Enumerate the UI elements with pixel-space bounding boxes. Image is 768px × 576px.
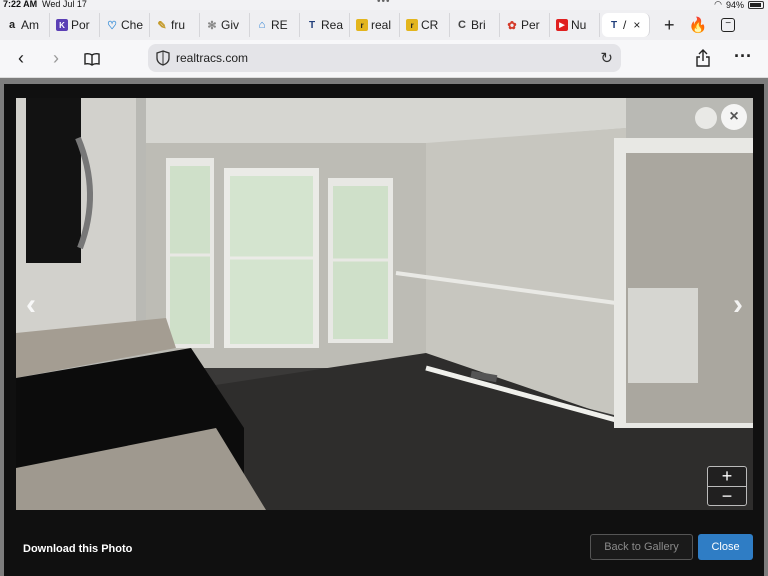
status-bar: 7:22 AM Wed Jul 17 ••• ◠ 94% [0,0,768,10]
zoom-control: + − [707,466,747,506]
listing-photo: × ‹ › + − [16,98,753,510]
share-icon[interactable] [696,49,710,72]
youtube-icon: ▶ [556,19,568,31]
tab-6[interactable]: T Rea [300,13,350,37]
multitask-dots[interactable]: ••• [377,0,391,7]
page-backdrop: × ‹ › + − Download this Photo Back to Ga… [0,78,768,576]
tab-7[interactable]: r real [350,13,400,37]
tab-10[interactable]: ✿ Per [500,13,550,37]
tab-label: Per [521,18,540,32]
fruit-icon: ✎ [157,19,167,32]
tab-11[interactable]: ▶ Nu [550,13,600,37]
tab-8[interactable]: r CR [400,13,450,37]
url-box[interactable]: realtracs.com ↻ [148,44,621,72]
realtor-icon: r [356,19,368,31]
heart-icon: ♡ [107,19,117,32]
tab-1[interactable]: K Por [50,13,100,37]
portal-icon: K [56,19,68,31]
photo-close-button[interactable]: × [721,104,747,130]
status-date: Wed Jul 17 [42,0,87,9]
download-photo-link[interactable]: Download this Photo [23,543,132,555]
tab-label: Bri [471,18,486,32]
tab-label: real [371,18,392,32]
wifi-icon: ◠ [714,0,722,9]
realtracs-icon: T [610,19,618,31]
back-to-gallery-button[interactable]: Back to Gallery [590,534,693,560]
address-row: ‹ › realtracs.com ↻ ··· [0,40,768,78]
tab-label: Am [21,18,39,32]
tab-label: fru [171,18,186,32]
url-text: realtracs.com [176,51,249,65]
bri-icon: C [458,19,466,31]
flame-icon[interactable]: 🔥 [689,16,708,34]
close-button[interactable]: Close [698,534,753,560]
tab-2[interactable]: ♡ Che [100,13,150,37]
battery-percent: 94% [725,0,744,10]
tab-actions: + 🔥 − [664,15,736,36]
tab-0[interactable]: a Am [0,13,50,37]
shield-icon [156,50,170,66]
back-icon[interactable]: ‹ [18,48,24,69]
more-icon[interactable]: ··· [734,46,752,67]
tab-label: Nu [571,18,587,32]
reload-icon[interactable]: ↻ [600,49,613,67]
reader-icon[interactable] [84,50,100,71]
per-icon: ✿ [507,19,517,32]
next-arrow-icon[interactable]: › [733,288,743,322]
zoom-out-button[interactable]: − [708,486,746,506]
tab-3[interactable]: ✎ fru [150,13,200,37]
tab-label: CR [421,18,439,32]
house-icon: ⌂ [258,19,266,31]
tab-label: / [623,18,627,32]
new-tab-icon[interactable]: + [664,15,675,36]
tab-5[interactable]: ⌂ RE [250,13,300,37]
prev-arrow-icon[interactable]: ‹ [26,288,36,322]
realtracs-icon: T [308,19,316,31]
tab-label: Giv [221,18,239,32]
photo-modal: × ‹ › + − Download this Photo Back to Ga… [4,84,764,576]
tab-close-icon[interactable]: × [633,18,640,32]
cr-icon: r [406,19,418,31]
tab-active[interactable]: T / × [602,13,650,37]
amazon-icon: a [8,19,16,31]
tab-overview-icon[interactable]: − [721,18,736,32]
tab-bar: a Am K Por ♡ Che ✎ fru ✻ Giv ⌂ RE T Rea r real r… [0,10,768,40]
battery-icon [748,0,764,9]
tab-label: Por [71,18,90,32]
tab-4[interactable]: ✻ Giv [200,13,250,37]
tab-label: Che [121,18,144,32]
tab-label: Rea [321,18,344,32]
modal-footer: Download this Photo Back to Gallery Clos… [4,524,764,576]
tab-label: RE [271,18,288,32]
gear-icon: ✻ [207,19,217,32]
status-right: ◠ 94% [714,0,764,10]
forward-icon[interactable]: › [53,48,59,69]
status-time: 7:22 AM [3,0,38,9]
zoom-in-button[interactable]: + [708,466,746,486]
tab-9[interactable]: C Bri [450,13,500,37]
